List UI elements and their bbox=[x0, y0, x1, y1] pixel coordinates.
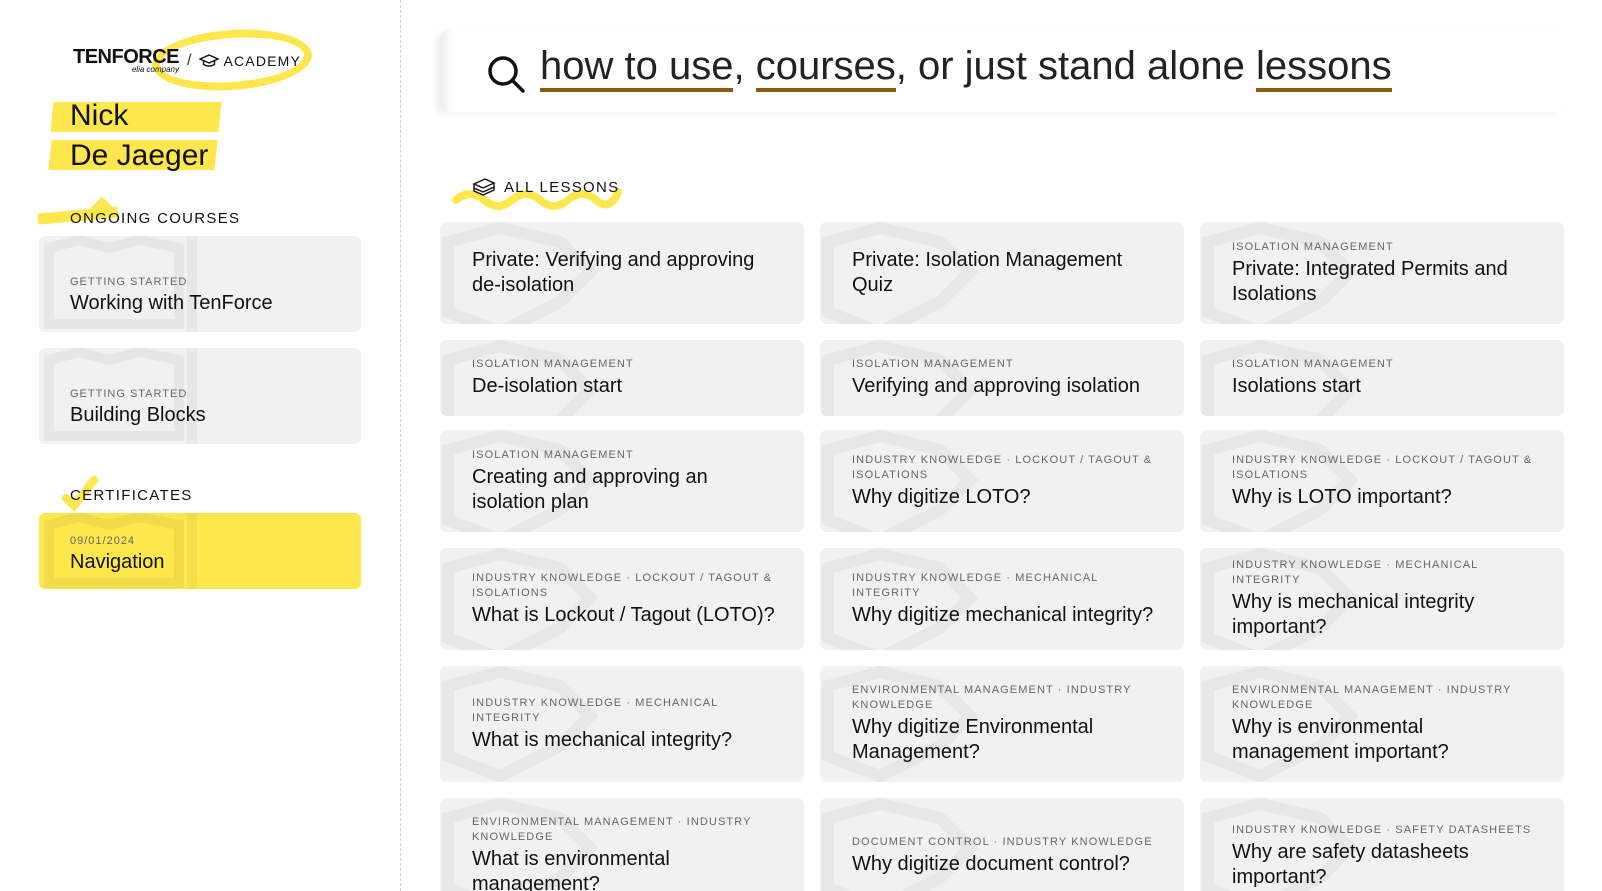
lesson-category: INDUSTRY KNOWLEDGE · MECHANICAL INTEGRIT… bbox=[1232, 559, 1478, 586]
course-category: GETTING STARTED bbox=[70, 388, 188, 400]
lesson-category: ISOLATION MANAGEMENT bbox=[472, 358, 634, 370]
book-stack-icon bbox=[472, 178, 496, 196]
lesson-card[interactable]: INDUSTRY KNOWLEDGE · SAFETY DATASHEETS Wh… bbox=[1200, 798, 1564, 891]
lesson-title: Private: Verifying and approving de-isol… bbox=[472, 249, 755, 296]
user-first-name: Nick bbox=[70, 99, 129, 132]
lesson-category: ISOLATION MANAGEMENT bbox=[1232, 240, 1394, 253]
lesson-category: INDUSTRY KNOWLEDGE · LOCKOUT / TAGOUT & … bbox=[852, 453, 1153, 481]
lesson-card[interactable]: INDUSTRY KNOWLEDGE · LOCKOUT / TAGOUT & … bbox=[440, 548, 804, 650]
course-title: Building Blocks bbox=[70, 404, 206, 426]
search-input[interactable]: how to use, courses, or just stand alone… bbox=[540, 44, 1392, 92]
certificates-title: CERTIFICATES bbox=[70, 487, 193, 504]
lesson-title: What is Lockout / Tagout (LOTO)? bbox=[472, 603, 775, 626]
lesson-card[interactable]: ISOLATION MANAGEMENT Private: Integrated … bbox=[1200, 222, 1564, 324]
lesson-card[interactable]: Private: Verifying and approving de-isol… bbox=[440, 222, 804, 324]
lesson-card[interactable]: ENVIRONMENTAL MANAGEMENT · INDUSTRY KNOW… bbox=[440, 798, 804, 891]
certificate-date: 09/01/2024 bbox=[70, 535, 136, 547]
lesson-title: Private: Isolation Management Quiz bbox=[852, 249, 1123, 296]
lesson-category: DOCUMENT CONTROL · INDUSTRY KNOWLEDGE bbox=[852, 836, 1153, 848]
lesson-title: Why is mechanical integrity important? bbox=[1232, 591, 1475, 638]
lesson-category: ISOLATION MANAGEMENT bbox=[852, 358, 1014, 370]
course-card[interactable]: GETTING STARTED Building Blocks bbox=[39, 348, 361, 444]
lesson-category: ISOLATION MANAGEMENT bbox=[472, 448, 634, 461]
lesson-title: De-isolation start bbox=[472, 375, 623, 397]
lesson-title: What is environmental management? bbox=[472, 848, 670, 891]
lesson-title: Why are safety datasheets important? bbox=[1232, 840, 1469, 888]
sidebar: TENFORCE elia company / ACADEMY Nick De … bbox=[0, 0, 400, 891]
lesson-category: ENVIRONMENTAL MANAGEMENT · INDUSTRY KNOW… bbox=[1232, 684, 1512, 711]
lesson-card[interactable]: ISOLATION MANAGEMENT Isolations start bbox=[1200, 340, 1564, 416]
lesson-category: INDUSTRY KNOWLEDGE · MECHANICAL INTEGRIT… bbox=[852, 571, 1098, 599]
lesson-category: INDUSTRY KNOWLEDGE · MECHANICAL INTEGRIT… bbox=[472, 696, 718, 724]
lesson-card[interactable]: ISOLATION MANAGEMENT Verifying and approv… bbox=[820, 340, 1184, 416]
lesson-card[interactable]: ISOLATION MANAGEMENT De-isolation start bbox=[440, 340, 804, 416]
lesson-card[interactable]: INDUSTRY KNOWLEDGE · LOCKOUT / TAGOUT & … bbox=[1200, 430, 1564, 532]
lesson-title: Why is environmental management importan… bbox=[1232, 716, 1449, 763]
lesson-card[interactable]: ISOLATION MANAGEMENT Creating and approvi… bbox=[440, 430, 804, 532]
course-card[interactable]: GETTING STARTED Working with TenForce bbox=[39, 236, 361, 332]
academy-link[interactable]: ACADEMY bbox=[199, 53, 301, 69]
lesson-title: Creating and approving an isolation plan bbox=[472, 465, 708, 513]
certificate-title: Navigation bbox=[70, 551, 165, 573]
lesson-category: INDUSTRY KNOWLEDGE · LOCKOUT / TAGOUT & … bbox=[472, 571, 773, 599]
lesson-title: Why is LOTO important? bbox=[1232, 485, 1452, 508]
search-keyword[interactable]: courses bbox=[755, 44, 896, 92]
lesson-card[interactable]: INDUSTRY KNOWLEDGE · MECHANICAL INTEGRIT… bbox=[1200, 548, 1564, 650]
search-bar[interactable]: how to use, courses, or just stand alone… bbox=[440, 30, 1564, 112]
lesson-category: ENVIRONMENTAL MANAGEMENT · INDUSTRY KNOW… bbox=[472, 816, 752, 843]
search-keyword[interactable]: lessons bbox=[1255, 44, 1392, 92]
lesson-category: ISOLATION MANAGEMENT bbox=[1232, 358, 1394, 370]
brand-separator: / bbox=[187, 52, 192, 69]
lesson-title: Why digitize document control? bbox=[852, 853, 1130, 875]
brand[interactable]: TENFORCE elia company / ACADEMY bbox=[73, 46, 301, 74]
lesson-card[interactable]: ENVIRONMENTAL MANAGEMENT · INDUSTRY KNOW… bbox=[1200, 666, 1564, 782]
graduation-cap-icon bbox=[199, 54, 220, 67]
lesson-category: INDUSTRY KNOWLEDGE · SAFETY DATASHEETS bbox=[1232, 823, 1532, 836]
sidebar-divider bbox=[400, 0, 401, 891]
search-keyword[interactable]: how to use bbox=[540, 44, 734, 92]
lesson-title: Isolations start bbox=[1232, 375, 1361, 397]
card-stripe bbox=[187, 513, 197, 589]
search-text-part: , bbox=[733, 44, 756, 88]
user-last-name: De Jaeger bbox=[70, 139, 209, 172]
card-stripe bbox=[187, 236, 197, 332]
lesson-title: Why digitize mechanical integrity? bbox=[852, 603, 1154, 626]
academy-label: ACADEMY bbox=[223, 53, 302, 69]
lesson-card[interactable]: ENVIRONMENTAL MANAGEMENT · INDUSTRY KNOW… bbox=[820, 666, 1184, 782]
user-name[interactable]: Nick De Jaeger bbox=[70, 96, 208, 176]
course-category: GETTING STARTED bbox=[70, 276, 188, 288]
course-title: Working with TenForce bbox=[70, 292, 273, 314]
lesson-title: Verifying and approving isolation bbox=[852, 375, 1140, 397]
lesson-card[interactable]: INDUSTRY KNOWLEDGE · MECHANICAL INTEGRIT… bbox=[820, 548, 1184, 650]
lesson-title: Why digitize LOTO? bbox=[852, 485, 1031, 508]
tenforce-logo: TENFORCE elia company bbox=[73, 46, 180, 74]
lesson-card[interactable]: Private: Isolation Management Quiz bbox=[820, 222, 1184, 324]
certificate-card[interactable]: 09/01/2024 Navigation bbox=[39, 513, 361, 589]
lesson-category: INDUSTRY KNOWLEDGE · LOCKOUT / TAGOUT & … bbox=[1232, 453, 1533, 481]
lesson-title: Why digitize Environmental Management? bbox=[852, 716, 1094, 763]
lesson-card[interactable]: DOCUMENT CONTROL · INDUSTRY KNOWLEDGE Why… bbox=[820, 798, 1184, 891]
lesson-card[interactable]: INDUSTRY KNOWLEDGE · MECHANICAL INTEGRIT… bbox=[440, 666, 804, 782]
lesson-title: What is mechanical integrity? bbox=[472, 728, 733, 751]
lesson-title: Private: Integrated Permits and Isolatio… bbox=[1232, 257, 1508, 305]
lesson-card[interactable]: INDUSTRY KNOWLEDGE · LOCKOUT / TAGOUT & … bbox=[820, 430, 1184, 532]
card-stripe bbox=[187, 348, 197, 444]
search-icon bbox=[488, 56, 525, 93]
brand-name: TENFORCE bbox=[73, 46, 180, 68]
all-lessons-title: ALL LESSONS bbox=[504, 178, 620, 196]
ongoing-courses-title: ONGOING COURSES bbox=[70, 210, 241, 227]
search-text-part: , or just stand alone bbox=[895, 44, 1256, 88]
lesson-category: ENVIRONMENTAL MANAGEMENT · INDUSTRY KNOW… bbox=[852, 684, 1132, 711]
all-lessons-header: ALL LESSONS bbox=[472, 178, 619, 196]
